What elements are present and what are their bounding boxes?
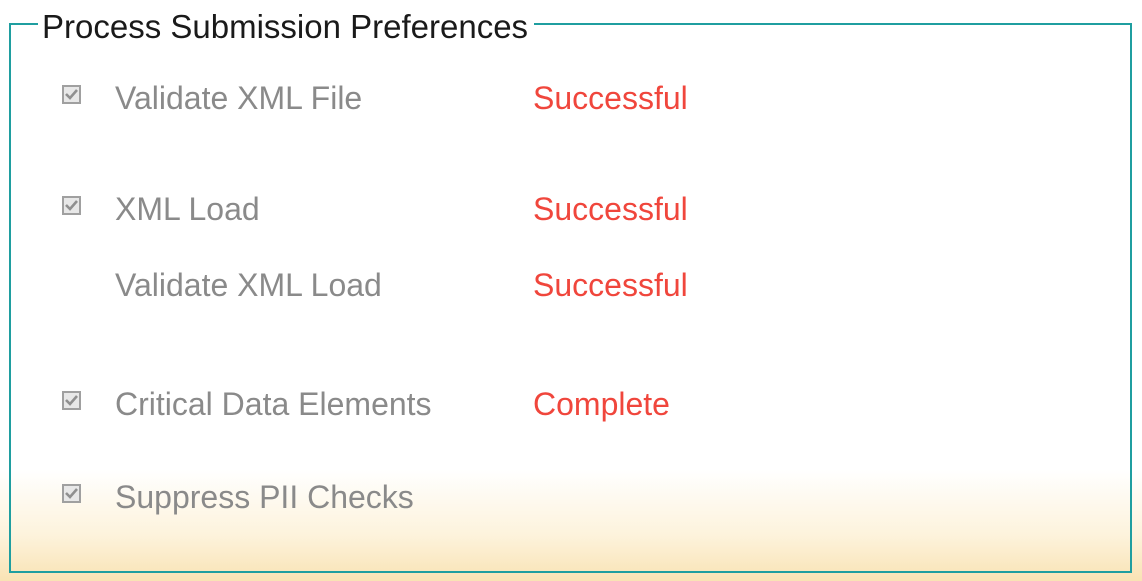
validate-xml-file-checkbox[interactable] <box>62 85 81 104</box>
checkmark-icon <box>65 488 78 499</box>
critical-data-elements-status: Complete <box>533 386 670 422</box>
xml-load-label: XML Load <box>115 191 260 227</box>
validate-xml-load-label: Validate XML Load <box>115 267 382 303</box>
row-validate-xml-load: Validate XML Load Successful <box>0 263 1100 307</box>
row-xml-load: XML Load Successful <box>0 187 1100 231</box>
validate-xml-load-status: Successful <box>533 267 688 303</box>
xml-load-checkbox[interactable] <box>62 196 81 215</box>
row-validate-xml-file: Validate XML File Successful <box>0 76 1100 120</box>
validate-xml-file-label: Validate XML File <box>115 80 363 116</box>
critical-data-elements-checkbox[interactable] <box>62 391 81 410</box>
checkmark-icon <box>65 89 78 100</box>
checkmark-icon <box>65 200 78 211</box>
xml-load-status: Successful <box>533 191 688 227</box>
critical-data-elements-label: Critical Data Elements <box>115 386 432 422</box>
group-legend: Process Submission Preferences <box>38 6 535 48</box>
row-suppress-pii-checks: Suppress PII Checks <box>0 475 1100 519</box>
suppress-pii-checks-checkbox[interactable] <box>62 484 81 503</box>
checkmark-icon <box>65 395 78 406</box>
suppress-pii-checks-label: Suppress PII Checks <box>115 479 414 515</box>
row-critical-data-elements: Critical Data Elements Complete <box>0 382 1100 426</box>
validate-xml-file-status: Successful <box>533 80 688 116</box>
process-submission-panel: Process Submission Preferences Validate … <box>0 0 1142 581</box>
